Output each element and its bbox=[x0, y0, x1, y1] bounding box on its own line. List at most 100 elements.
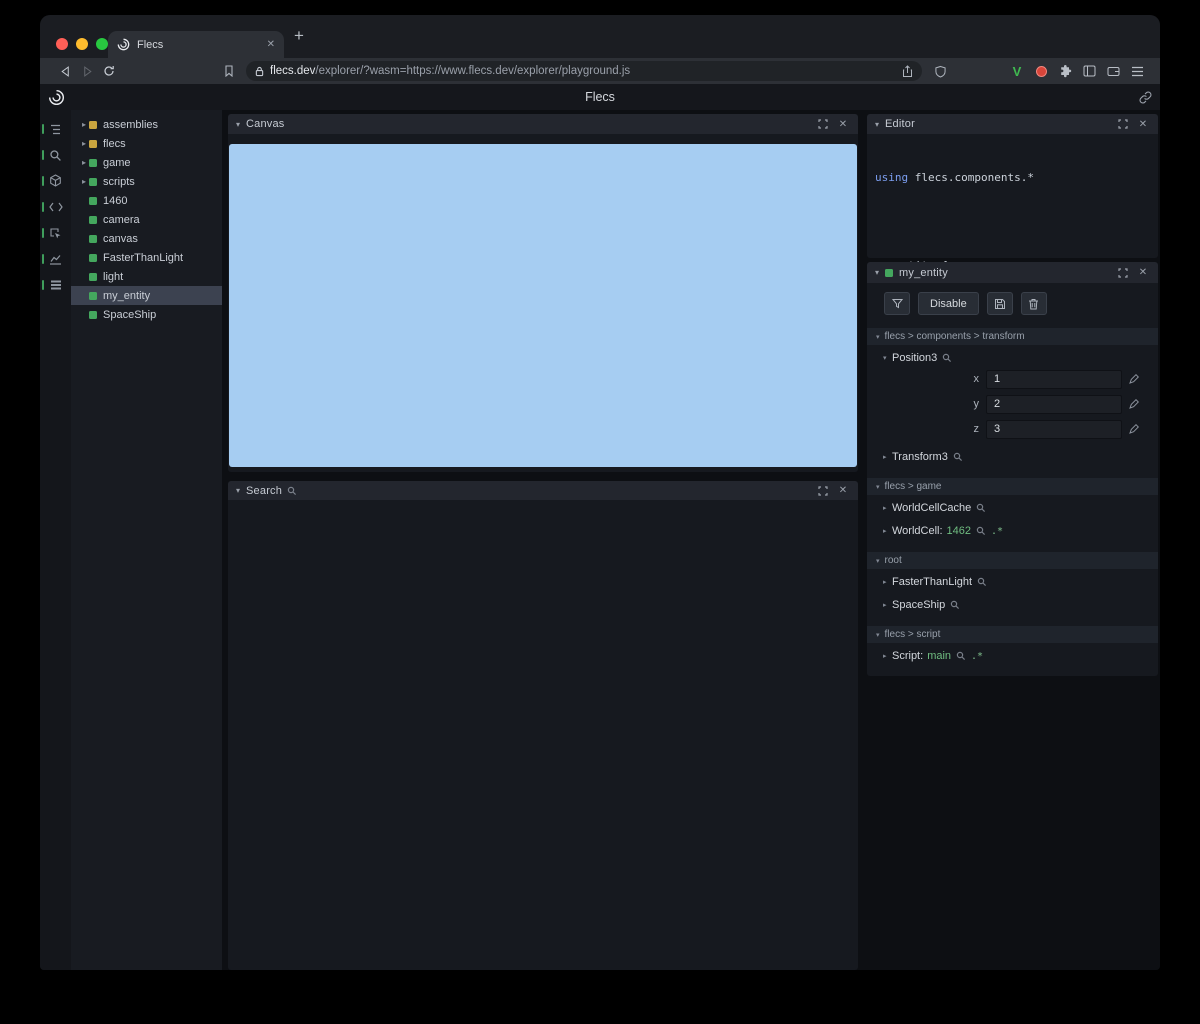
component-value: main bbox=[927, 650, 952, 662]
filter-button[interactable] bbox=[884, 292, 910, 315]
share-icon[interactable] bbox=[902, 64, 913, 78]
sidebar-toggle-icon[interactable] bbox=[1078, 61, 1100, 81]
field-input-y[interactable] bbox=[986, 394, 1122, 414]
chevron-down-icon[interactable]: ▾ bbox=[875, 268, 879, 277]
reload-icon[interactable] bbox=[98, 61, 120, 81]
tree-item-fasterthanlight[interactable]: FasterThanLight bbox=[71, 248, 222, 267]
expand-arrow-icon[interactable]: ▸ bbox=[79, 158, 89, 167]
entity-icon bbox=[89, 196, 97, 205]
entity-icon bbox=[89, 310, 97, 319]
extensions-puzzle-icon[interactable] bbox=[1054, 61, 1076, 81]
chevron-right-icon[interactable]: ▸ bbox=[883, 504, 892, 512]
wallet-icon[interactable] bbox=[1102, 61, 1124, 81]
save-button[interactable] bbox=[986, 292, 1013, 315]
browser-tab[interactable]: Flecs ✕ bbox=[108, 31, 284, 58]
maximize-icon[interactable] bbox=[1116, 266, 1130, 280]
tree-item-light[interactable]: light bbox=[71, 267, 222, 286]
tree-item-camera[interactable]: camera bbox=[71, 210, 222, 229]
section-header-script[interactable]: ▾ flecs > script bbox=[867, 626, 1158, 643]
brave-shield-icon[interactable] bbox=[928, 61, 952, 81]
maximize-icon[interactable] bbox=[816, 117, 830, 131]
section-header-transform[interactable]: ▾ flecs > components > transform bbox=[867, 328, 1158, 345]
component-row-fasterthanlight[interactable]: ▸ FasterThanLight bbox=[867, 569, 1158, 592]
minimize-window-button[interactable] bbox=[76, 38, 88, 50]
query-magnifier-icon[interactable] bbox=[976, 526, 986, 536]
chevron-right-icon[interactable]: ▸ bbox=[883, 527, 892, 535]
chevron-right-icon[interactable]: ▸ bbox=[883, 578, 892, 586]
chevron-down-icon[interactable]: ▾ bbox=[875, 120, 879, 129]
tree-item-flecs[interactable]: ▸ flecs bbox=[71, 134, 222, 153]
code-icon[interactable] bbox=[40, 194, 71, 220]
stats-chart-icon[interactable] bbox=[40, 246, 71, 272]
edit-pencil-icon[interactable] bbox=[1129, 374, 1139, 384]
query-magnifier-icon[interactable] bbox=[950, 600, 960, 610]
chevron-right-icon[interactable]: ▸ bbox=[883, 601, 892, 609]
url-path: /explorer/?wasm=https://www.flecs.dev/ex… bbox=[315, 65, 631, 77]
field-input-z[interactable] bbox=[986, 419, 1122, 439]
close-icon[interactable]: ✕ bbox=[1136, 117, 1150, 131]
chevron-right-icon[interactable]: ▸ bbox=[883, 652, 892, 660]
tree-item-scripts[interactable]: ▸ scripts bbox=[71, 172, 222, 191]
component-row-transform3[interactable]: ▸ Transform3 bbox=[867, 444, 1158, 467]
chevron-down-icon[interactable]: ▾ bbox=[236, 120, 240, 129]
component-row-position3[interactable]: ▾ Position3 bbox=[867, 345, 1158, 368]
query-magnifier-icon[interactable] bbox=[976, 503, 986, 513]
query-magnifier-icon[interactable] bbox=[942, 353, 952, 363]
section-header-game[interactable]: ▾ flecs > game bbox=[867, 478, 1158, 495]
close-icon[interactable]: ✕ bbox=[836, 117, 850, 131]
tree-item-spaceship[interactable]: SpaceShip bbox=[71, 305, 222, 324]
tree-item-label: my_entity bbox=[103, 289, 151, 302]
link-icon[interactable] bbox=[1139, 90, 1152, 104]
query-magnifier-icon[interactable] bbox=[977, 577, 987, 587]
close-icon[interactable]: ✕ bbox=[836, 484, 850, 498]
chevron-down-icon[interactable]: ▾ bbox=[236, 486, 240, 495]
component-row-spaceship[interactable]: ▸ SpaceShip bbox=[867, 592, 1158, 615]
delete-button[interactable] bbox=[1020, 292, 1047, 315]
maximize-icon[interactable] bbox=[816, 484, 830, 498]
address-bar[interactable]: flecs.dev/explorer/?wasm=https://www.fle… bbox=[246, 61, 922, 81]
query-magnifier-icon[interactable] bbox=[953, 452, 963, 462]
chevron-right-icon[interactable]: ▸ bbox=[883, 453, 892, 461]
forward-icon[interactable] bbox=[76, 61, 98, 81]
section-header-root[interactable]: ▾ root bbox=[867, 552, 1158, 569]
close-window-button[interactable] bbox=[56, 38, 68, 50]
close-icon[interactable]: ✕ bbox=[1136, 266, 1150, 280]
expand-arrow-icon[interactable]: ▸ bbox=[79, 120, 89, 129]
tree-item-my-entity[interactable]: my_entity bbox=[71, 286, 222, 305]
expr-icon[interactable]: .* bbox=[991, 526, 1003, 537]
field-input-x[interactable] bbox=[986, 369, 1122, 389]
tree-item-game[interactable]: ▸ game bbox=[71, 153, 222, 172]
tab-close-icon[interactable]: ✕ bbox=[267, 39, 275, 50]
layers-list-icon[interactable] bbox=[40, 272, 71, 298]
tree-item-assemblies[interactable]: ▸ assemblies bbox=[71, 115, 222, 134]
back-icon[interactable] bbox=[54, 61, 76, 81]
disable-button[interactable]: Disable bbox=[918, 292, 979, 315]
expr-icon[interactable]: .* bbox=[971, 651, 983, 662]
component-row-worldcellcache[interactable]: ▸ WorldCellCache bbox=[867, 495, 1158, 518]
component-row-script[interactable]: ▸ Script: main .* bbox=[867, 643, 1158, 666]
zoom-window-button[interactable] bbox=[96, 38, 108, 50]
expand-arrow-icon[interactable]: ▸ bbox=[79, 139, 89, 148]
canvas-panel-header: ▾ Canvas ✕ bbox=[228, 114, 858, 134]
tree-view-icon[interactable] bbox=[40, 116, 71, 142]
inspect-cursor-icon[interactable] bbox=[40, 220, 71, 246]
extension-red-icon[interactable] bbox=[1030, 61, 1052, 81]
edit-pencil-icon[interactable] bbox=[1129, 399, 1139, 409]
component-row-worldcell[interactable]: ▸ WorldCell: 1462 .* bbox=[867, 518, 1158, 541]
query-search-icon[interactable] bbox=[40, 142, 71, 168]
chevron-down-icon[interactable]: ▾ bbox=[883, 354, 892, 362]
menu-icon[interactable] bbox=[1126, 61, 1148, 81]
component-name: Position3 bbox=[892, 352, 938, 364]
tree-item-1460[interactable]: 1460 bbox=[71, 191, 222, 210]
bookmark-icon[interactable] bbox=[218, 61, 240, 81]
extension-v-icon[interactable]: V bbox=[1006, 61, 1028, 81]
query-magnifier-icon[interactable] bbox=[956, 651, 966, 661]
maximize-icon[interactable] bbox=[1116, 117, 1130, 131]
canvas-viewport[interactable] bbox=[229, 144, 857, 467]
edit-pencil-icon[interactable] bbox=[1129, 424, 1139, 434]
new-tab-button[interactable]: + bbox=[294, 27, 304, 45]
expand-arrow-icon[interactable]: ▸ bbox=[79, 177, 89, 186]
entity-icon bbox=[89, 234, 97, 243]
tree-item-canvas[interactable]: canvas bbox=[71, 229, 222, 248]
entities-cube-icon[interactable] bbox=[40, 168, 71, 194]
